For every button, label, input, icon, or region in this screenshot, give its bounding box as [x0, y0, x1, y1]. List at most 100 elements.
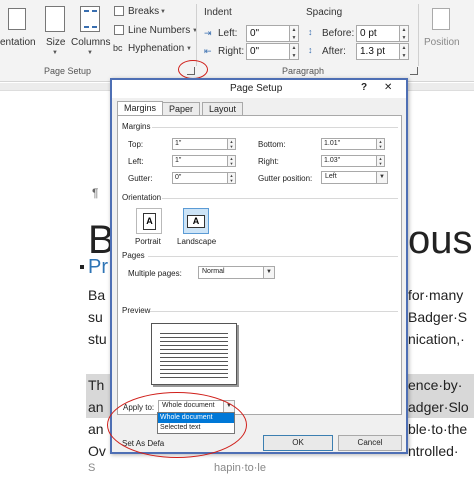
dialog-title: Page Setup	[230, 83, 283, 94]
position-icon[interactable]	[432, 8, 450, 30]
right-label: Right:	[258, 157, 279, 166]
preview-page	[151, 323, 237, 385]
indent-left-label: Left:	[218, 28, 238, 39]
hyphenation-dropdown-icon: ▼	[186, 46, 192, 52]
breaks-dropdown-icon: ▼	[160, 9, 166, 15]
margins-panel: Margins Top: 1" ▲ ▼ Bottom: 1.01" ▲ ▼ Left…	[117, 115, 402, 415]
close-icon[interactable]: ✕	[384, 82, 392, 93]
bottom-label: Bottom:	[258, 140, 286, 149]
left-label: Left:	[128, 157, 144, 166]
bottom-input[interactable]: 1.01"	[321, 138, 377, 150]
line-numbers-icon	[114, 25, 124, 35]
spacing-before-icon: ↕	[308, 27, 313, 37]
hyphenation-button[interactable]: Hyphenation	[128, 43, 184, 54]
body-line-left: Th	[88, 377, 105, 393]
orientation-icon[interactable]	[8, 8, 26, 30]
spacing-before-spinner[interactable]: ▲ ▼	[400, 25, 409, 42]
spacing-after-input[interactable]: 1.3 pt	[356, 43, 400, 60]
indent-title: Indent	[204, 7, 232, 18]
body-line-left: Ov	[88, 443, 106, 459]
paragraph-launcher-icon[interactable]	[410, 67, 418, 75]
body-line-left: an	[88, 421, 104, 437]
spacing-before-input[interactable]: 0 pt	[356, 25, 400, 42]
gutter-position-select[interactable]: Left	[321, 171, 377, 184]
columns-button[interactable]: Columns	[71, 37, 110, 48]
pages-section-label: Pages	[122, 251, 145, 260]
body-line-right: ence·by·	[408, 377, 463, 393]
size-icon[interactable]	[45, 6, 65, 32]
body-line-right: hapin·to·le	[214, 462, 266, 474]
body-line-right: Badger·S	[408, 309, 468, 325]
multiple-pages-label: Multiple pages:	[128, 269, 182, 278]
indent-left-input[interactable]: 0"	[246, 25, 290, 42]
position-button[interactable]: Position	[424, 37, 460, 48]
body-line-left: an	[88, 399, 104, 415]
gutter-position-label: Gutter position:	[258, 174, 313, 183]
orientation-button[interactable]: entation	[0, 37, 36, 48]
gutter-position-dropdown-icon[interactable]: ▼	[377, 171, 388, 184]
bottom-spinner[interactable]: ▲ ▼	[377, 138, 385, 150]
landscape-button[interactable]: A	[183, 208, 209, 234]
section-divider	[162, 198, 398, 199]
help-button[interactable]: ?	[361, 82, 367, 93]
right-spinner[interactable]: ▲ ▼	[377, 155, 385, 167]
body-line-left: S	[88, 462, 96, 474]
pilcrow: ¶	[92, 186, 99, 200]
body-line-left: su	[88, 309, 103, 325]
body-line-left: stu	[88, 331, 107, 347]
size-button[interactable]: Size	[46, 37, 65, 48]
highlight-ellipse-apply-to	[107, 392, 247, 458]
portrait-icon: A	[143, 213, 156, 230]
left-input[interactable]: 1"	[172, 155, 228, 167]
top-input[interactable]: 1"	[172, 138, 228, 150]
indent-right-label: Right:	[218, 46, 245, 57]
landscape-icon: A	[187, 215, 205, 228]
gutter-input[interactable]: 0"	[172, 172, 228, 184]
top-label: Top:	[128, 140, 144, 149]
line-numbers-button[interactable]: Line Numbers	[128, 25, 190, 36]
subheading: Pr	[88, 256, 108, 278]
spacing-after-icon: ↕	[308, 45, 313, 55]
tab-paper[interactable]: Paper	[162, 102, 201, 115]
portrait-button[interactable]: A	[136, 208, 162, 234]
body-line-right: ble·to·the	[408, 421, 468, 437]
gutter-label: Gutter:	[128, 174, 153, 183]
landscape-label: Landscape	[177, 237, 217, 246]
group-separator	[418, 4, 419, 66]
indent-left-spinner[interactable]: ▲ ▼	[290, 25, 299, 42]
section-divider	[148, 256, 398, 257]
highlight-ellipse-launcher	[178, 60, 208, 79]
section-divider	[152, 127, 398, 128]
multiple-pages-dropdown-icon[interactable]: ▼	[264, 266, 275, 279]
body-line-right: for·many	[408, 287, 464, 303]
breaks-icon	[114, 6, 124, 16]
body-line-right: ntrolled·	[408, 443, 459, 459]
cancel-button[interactable]: Cancel	[338, 435, 402, 451]
indent-right-icon: ⇤	[204, 46, 212, 56]
indent-left-icon: ⇥	[204, 28, 212, 38]
right-input[interactable]: 1.03"	[321, 155, 377, 167]
columns-icon[interactable]	[80, 6, 100, 32]
preview-section-label: Preview	[122, 306, 151, 315]
spacing-before-label: Before:	[322, 28, 355, 39]
page-setup-group-label: Page Setup	[44, 66, 92, 76]
hyphenation-icon: bc	[113, 43, 123, 53]
indent-right-input[interactable]: 0"	[246, 43, 290, 60]
tab-layout[interactable]: Layout	[202, 102, 244, 115]
top-spinner[interactable]: ▲ ▼	[228, 138, 236, 150]
ok-button[interactable]: OK	[263, 435, 333, 451]
left-spinner[interactable]: ▲ ▼	[228, 155, 236, 167]
line-numbers-dropdown-icon: ▼	[192, 28, 198, 34]
spacing-after-spinner[interactable]: ▲ ▼	[400, 43, 409, 60]
paragraph-group-label: Paragraph	[282, 66, 325, 76]
heading-right: ous¶	[408, 218, 474, 262]
ribbon: entation Size ▼ Columns ▼ Breaks ▼ Line …	[0, 0, 474, 82]
multiple-pages-select[interactable]: Normal	[198, 266, 264, 279]
gutter-spinner[interactable]: ▲ ▼	[228, 172, 236, 184]
breaks-button[interactable]: Breaks	[128, 6, 159, 17]
indent-right-spinner[interactable]: ▲ ▼	[290, 43, 299, 60]
body-line-right: adger·Slo	[408, 399, 469, 415]
spacing-after-label: After:	[322, 46, 346, 57]
tab-margins[interactable]: Margins	[117, 101, 164, 115]
body-line-left: Ba	[88, 287, 106, 303]
